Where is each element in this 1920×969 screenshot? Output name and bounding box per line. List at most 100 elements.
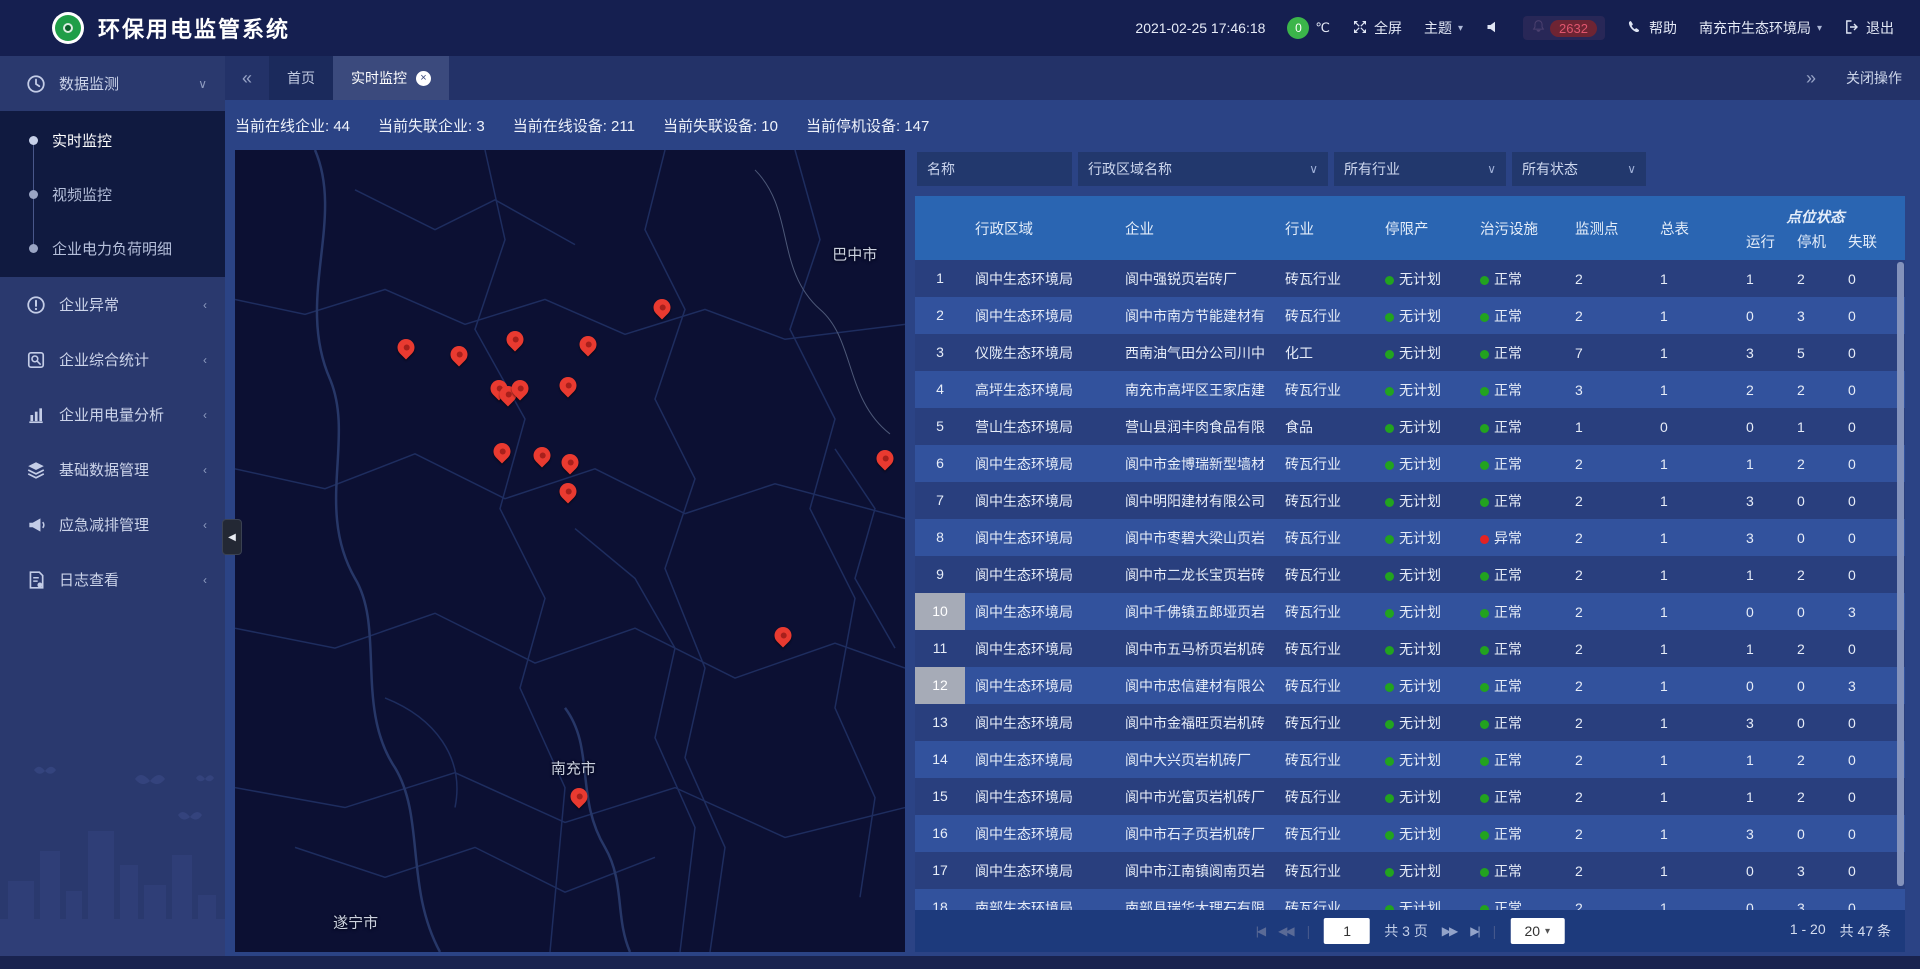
status-label: 正常 — [1494, 271, 1522, 287]
first-page-button[interactable]: |◀ — [1256, 924, 1264, 938]
table-row[interactable]: 17阆中生态环境局阆中市江南镇阆南页岩砖瓦行业无计划正常21030 — [915, 852, 1905, 889]
tabs-scroll-left-button[interactable]: « — [225, 56, 269, 100]
facility-status-cell: 正常 — [1470, 565, 1565, 585]
last-page-button[interactable]: ▶| — [1470, 924, 1478, 938]
monitor-count-cell: 3 — [1565, 382, 1650, 398]
monitor-count-cell: 2 — [1565, 308, 1650, 324]
lost-count-cell: 0 — [1838, 345, 1895, 361]
org-dropdown[interactable]: 南充市生态环境局 ▾ — [1699, 18, 1822, 38]
lost-count-cell: 0 — [1838, 900, 1895, 911]
sidebar-item-base-data-management[interactable]: 基础数据管理‹ — [0, 442, 225, 497]
map-region[interactable]: 巴中市南充市遂宁市 — [235, 150, 905, 952]
table-row[interactable]: 13阆中生态环境局阆中市金福旺页岩机砖砖瓦行业无计划正常21300 — [915, 704, 1905, 741]
page-number-input[interactable] — [1324, 918, 1370, 944]
region-filter-select[interactable]: 行政区域名称 ∨ — [1078, 152, 1328, 186]
run-count-cell: 3 — [1736, 530, 1787, 546]
topbar: 环保用电监管系统 2021-02-25 17:46:18 0 ℃ 全屏 主题 ▾… — [0, 0, 1920, 56]
facility-status-cell: 正常 — [1470, 639, 1565, 659]
meter-count-cell: 1 — [1650, 789, 1736, 805]
table-row[interactable]: 1阆中生态环境局阆中强锐页岩砖厂砖瓦行业无计划正常21120 — [915, 260, 1905, 297]
table-row[interactable]: 10阆中生态环境局阆中千佛镇五郎垭页岩砖瓦行业无计划正常21003 — [915, 593, 1905, 630]
status-label: 正常 — [1494, 308, 1522, 324]
help-button[interactable]: 帮助 — [1627, 18, 1677, 38]
meter-count-cell: 1 — [1650, 826, 1736, 842]
table-row[interactable]: 3仪陇生态环境局西南油气田分公司川中化工无计划正常71350 — [915, 334, 1905, 371]
prev-page-button[interactable]: ◀◀ — [1278, 924, 1292, 938]
status-dot-green — [1385, 831, 1394, 840]
region-cell: 阆中生态环境局 — [965, 565, 1115, 585]
status-label: 正常 — [1494, 604, 1522, 620]
page-size-select[interactable]: 20 ▾ — [1510, 918, 1564, 944]
status-filter-select[interactable]: 所有状态 ∨ — [1512, 152, 1646, 186]
monitor-count-cell: 2 — [1565, 456, 1650, 472]
industry-cell: 化工 — [1275, 343, 1375, 363]
run-count-cell: 0 — [1736, 678, 1787, 694]
table-row[interactable]: 6阆中生态环境局阆中市金博瑞新型墙材砖瓦行业无计划正常21120 — [915, 445, 1905, 482]
table-row[interactable]: 9阆中生态环境局阆中市二龙长宝页岩砖砖瓦行业无计划正常21120 — [915, 556, 1905, 593]
table-scrollbar[interactable] — [1897, 262, 1904, 886]
table-row[interactable]: 12阆中生态环境局阆中市忠信建材有限公砖瓦行业无计划正常21003 — [915, 667, 1905, 704]
table-row[interactable]: 18南部生态环境局南部县瑞华大理石有限砖瓦行业无计划正常21030 — [915, 889, 1905, 910]
next-page-button[interactable]: ▶▶ — [1442, 924, 1456, 938]
tab-close-icon[interactable]: × — [416, 71, 431, 86]
table-body: 1阆中生态环境局阆中强锐页岩砖厂砖瓦行业无计划正常21120 2 阆中生态环境局阆中… — [915, 260, 1905, 910]
industry-cell: 砖瓦行业 — [1275, 306, 1375, 326]
tab-home[interactable]: 首页 — [269, 56, 333, 100]
status-label: 无计划 — [1399, 419, 1441, 435]
table-row[interactable]: 16阆中生态环境局阆中市石子页岩机砖厂砖瓦行业无计划正常21300 — [915, 815, 1905, 852]
notifications-button[interactable]: 2632 — [1523, 16, 1605, 40]
limit-status-cell: 无计划 — [1375, 713, 1470, 733]
sidebar-item-data-monitoring[interactable]: 数据监测∨ — [0, 56, 225, 111]
status-label: 无计划 — [1399, 641, 1441, 657]
table-row[interactable]: 2阆中生态环境局阆中市南方节能建材有砖瓦行业无计划正常21030 — [915, 297, 1905, 334]
run-count-cell: 0 — [1736, 604, 1787, 620]
sidebar-collapse-button[interactable]: ◀ — [222, 519, 242, 555]
lost-count-cell: 3 — [1838, 678, 1895, 694]
limit-status-cell: 无计划 — [1375, 380, 1470, 400]
limit-status-cell: 无计划 — [1375, 639, 1470, 659]
table-row[interactable]: 7阆中生态环境局阆中明阳建材有限公司砖瓦行业无计划正常21300 — [915, 482, 1905, 519]
name-filter-input[interactable] — [917, 152, 1072, 186]
sidebar-item-emergency-reduction[interactable]: 应急减排管理‹ — [0, 497, 225, 552]
monitor-count-cell: 2 — [1565, 678, 1650, 694]
sidebar-item-enterprise-abnormal[interactable]: 企业异常‹ — [0, 277, 225, 332]
industry-cell: 砖瓦行业 — [1275, 787, 1375, 807]
meter-count-cell: 1 — [1650, 678, 1736, 694]
industry-filter-select[interactable]: 所有行业 ∨ — [1334, 152, 1506, 186]
company-cell: 阆中市五马桥页岩机砖 — [1115, 639, 1275, 659]
table-row[interactable]: 8阆中生态环境局阆中市枣碧大梁山页岩砖瓦行业无计划异常21300 — [915, 519, 1905, 556]
theme-dropdown[interactable]: 主题 ▾ — [1424, 18, 1463, 38]
industry-cell: 砖瓦行业 — [1275, 269, 1375, 289]
close-operations-button[interactable]: 关闭操作 — [1846, 68, 1902, 88]
sidebar-item-label: 日志查看 — [59, 569, 119, 590]
sidebar-subitem-realtime-monitoring[interactable]: 实时监控 — [0, 113, 225, 167]
sidebar-subitem-power-load-detail[interactable]: 企业电力负荷明细 — [0, 221, 225, 275]
sidebar-item-enterprise-statistics[interactable]: 企业综合统计‹ — [0, 332, 225, 387]
monitor-count-cell: 2 — [1565, 789, 1650, 805]
run-count-cell: 3 — [1736, 493, 1787, 509]
tab-realtime-monitoring[interactable]: 实时监控× — [333, 56, 449, 100]
table-row[interactable]: 11阆中生态环境局阆中市五马桥页岩机砖砖瓦行业无计划正常21120 — [915, 630, 1905, 667]
fullscreen-button[interactable]: 全屏 — [1352, 18, 1402, 38]
sidebar-subitem-video-monitoring[interactable]: 视频监控 — [0, 167, 225, 221]
row-index-cell: 7 — [915, 482, 965, 519]
sidebar-item-log-view[interactable]: 日志查看 ‹ — [0, 552, 225, 607]
table-row[interactable]: 14阆中生态环境局阆中大兴页岩机砖厂砖瓦行业无计划正常21120 — [915, 741, 1905, 778]
status-dot-green — [1385, 720, 1394, 729]
table-row[interactable]: 4高坪生态环境局南充市高坪区王家店建砖瓦行业无计划正常31220 — [915, 371, 1905, 408]
stats-icon — [26, 350, 46, 370]
chevron-left-icon: ‹ — [203, 573, 207, 587]
sidebar-skyline-decoration — [0, 759, 225, 969]
industry-cell: 砖瓦行业 — [1275, 602, 1375, 622]
status-dot-green — [1385, 313, 1394, 322]
chevron-left-icon: ‹ — [203, 463, 207, 477]
sidebar-item-power-usage-analysis[interactable]: 企业用电量分析‹ — [0, 387, 225, 442]
table-row[interactable]: 15阆中生态环境局阆中市光富页岩机砖厂砖瓦行业无计划正常21120 — [915, 778, 1905, 815]
table-row[interactable]: 5营山生态环境局营山县润丰肉食品有限食品无计划正常10010 — [915, 408, 1905, 445]
row-index-cell: 3 — [915, 334, 965, 371]
status-dot-green — [1385, 276, 1394, 285]
logout-button[interactable]: 退出 — [1844, 18, 1894, 38]
tabs-scroll-right-button[interactable]: » — [1806, 68, 1816, 89]
sound-button[interactable] — [1485, 19, 1501, 38]
limit-status-cell: 无计划 — [1375, 898, 1470, 911]
